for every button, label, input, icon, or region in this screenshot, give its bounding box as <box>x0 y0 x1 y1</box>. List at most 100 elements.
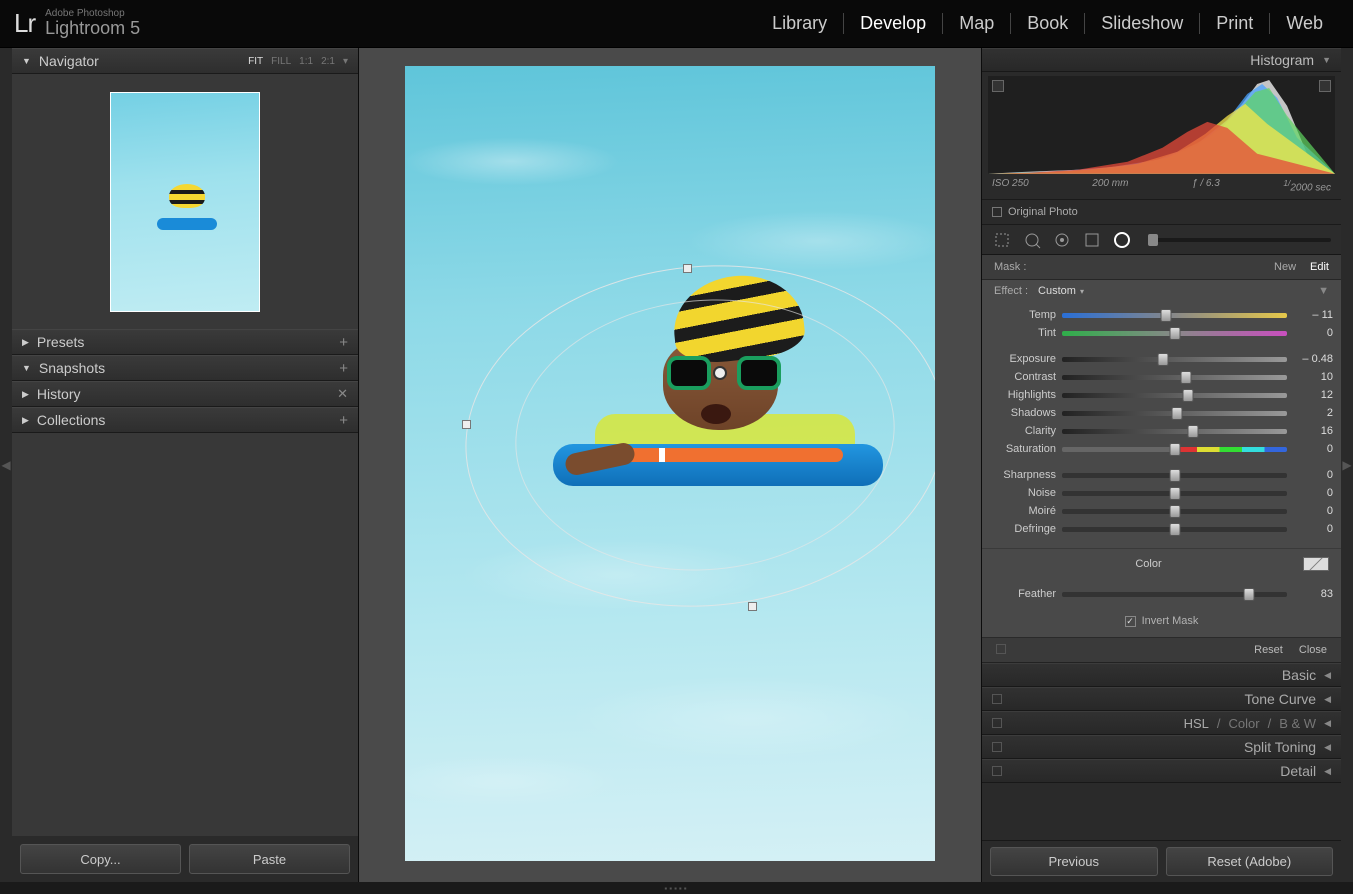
spot-tool-icon[interactable] <box>1022 230 1042 250</box>
slider-sharpness[interactable]: Sharpness0 <box>990 466 1333 484</box>
graduated-tool-icon[interactable] <box>1082 230 1102 250</box>
radial-center-pin[interactable] <box>713 366 727 380</box>
slider-tint[interactable]: Tint0 <box>990 324 1333 342</box>
mask-edit[interactable]: Edit <box>1310 261 1329 273</box>
right-edge-grip[interactable]: ▶ <box>1341 48 1353 882</box>
slider-temp[interactable]: Temp– 11 <box>990 306 1333 324</box>
zoom-fit[interactable]: FIT <box>248 56 263 67</box>
slider-highlights[interactable]: Highlights12 <box>990 386 1333 404</box>
mask-header: Mask : New Edit <box>982 255 1341 280</box>
slider-shadows[interactable]: Shadows2 <box>990 404 1333 422</box>
toggle-icon[interactable] <box>992 742 1002 752</box>
toggle-icon[interactable] <box>992 694 1002 704</box>
disclosure-icon: ◀ <box>1324 766 1331 777</box>
zoom-1-1[interactable]: 1:1 <box>299 56 313 67</box>
original-photo-row[interactable]: Original Photo <box>982 199 1341 225</box>
navigator-header[interactable]: ▼ Navigator FIT FILL 1:1 2:1 ▾ <box>12 48 358 74</box>
basic-panel-header[interactable]: Basic◀ <box>982 663 1341 687</box>
radial-handle-left[interactable] <box>462 420 471 429</box>
copy-button[interactable]: Copy... <box>20 844 181 874</box>
slider-moire[interactable]: Moiré0 <box>990 502 1333 520</box>
tool-size-slider[interactable] <box>1148 238 1331 242</box>
slider-contrast[interactable]: Contrast10 <box>990 368 1333 386</box>
crop-tool-icon[interactable] <box>992 230 1012 250</box>
photo-preview[interactable] <box>405 66 935 861</box>
module-web[interactable]: Web <box>1270 13 1339 34</box>
snapshots-header[interactable]: ▼ Snapshots + <box>12 355 358 381</box>
adjustment-sliders: Temp– 11 Tint0 Exposure– 0.48 Contrast10… <box>982 302 1341 548</box>
tonecurve-panel-header[interactable]: Tone Curve◀ <box>982 687 1341 711</box>
module-map[interactable]: Map <box>943 13 1011 34</box>
checkbox-icon[interactable] <box>992 207 1002 217</box>
slider-clarity[interactable]: Clarity16 <box>990 422 1333 440</box>
toggle-icon[interactable] <box>992 718 1002 728</box>
histogram-header[interactable]: Histogram ▼ <box>982 48 1341 72</box>
redeye-tool-icon[interactable] <box>1052 230 1072 250</box>
module-develop[interactable]: Develop <box>844 13 943 34</box>
effect-value[interactable]: Custom <box>1038 285 1076 297</box>
slider-defringe[interactable]: Defringe0 <box>990 520 1333 538</box>
brand-block: Adobe Photoshop Lightroom 5 <box>45 8 140 39</box>
footer-grip[interactable]: ▪▪▪▪▪ <box>0 882 1353 894</box>
reset-adobe-button[interactable]: Reset (Adobe) <box>1166 847 1334 876</box>
mask-new[interactable]: New <box>1274 261 1296 273</box>
color-swatch[interactable] <box>1303 557 1329 571</box>
invert-label: Invert Mask <box>1142 615 1199 627</box>
module-print[interactable]: Print <box>1200 13 1270 34</box>
navigator-body[interactable] <box>12 74 358 329</box>
disclosure-icon[interactable]: ▼ <box>1318 285 1329 297</box>
brand-big: Lightroom 5 <box>45 19 140 39</box>
navigator-thumbnail[interactable] <box>110 92 260 312</box>
meta-iso: ISO 250 <box>992 178 1029 193</box>
zoom-fill[interactable]: FILL <box>271 56 291 67</box>
app-header: Lr Adobe Photoshop Lightroom 5 Library D… <box>0 0 1353 48</box>
canvas[interactable] <box>359 48 981 882</box>
invert-row[interactable]: ✓ Invert Mask <box>982 609 1341 638</box>
reset-link[interactable]: Reset <box>1254 644 1283 656</box>
histogram-title: Histogram <box>1250 52 1314 68</box>
effect-row: Effect : Custom ▾ ▼ <box>982 280 1341 302</box>
toggle-icon[interactable] <box>996 644 1006 654</box>
radial-handle-top[interactable] <box>683 264 692 273</box>
checkbox-icon[interactable]: ✓ <box>1125 616 1136 627</box>
detail-panel-header[interactable]: Detail◀ <box>982 759 1341 783</box>
local-tools <box>982 225 1341 255</box>
presets-header[interactable]: ▶ Presets + <box>12 329 358 355</box>
slider-feather[interactable]: Feather83 <box>990 585 1333 603</box>
meta-focal: 200 mm <box>1092 178 1128 193</box>
color-row[interactable]: Color <box>982 548 1341 579</box>
collections-header[interactable]: ▶ Collections + <box>12 407 358 433</box>
module-slideshow[interactable]: Slideshow <box>1085 13 1200 34</box>
zoom-2-1[interactable]: 2:1 <box>321 56 335 67</box>
previous-button[interactable]: Previous <box>990 847 1158 876</box>
close-link[interactable]: Close <box>1299 644 1327 656</box>
disclosure-icon: ▼ <box>22 363 31 373</box>
radial-handle-bottom[interactable] <box>748 602 757 611</box>
toggle-icon[interactable] <box>992 766 1002 776</box>
slider-noise[interactable]: Noise0 <box>990 484 1333 502</box>
disclosure-icon: ▼ <box>1322 55 1331 65</box>
module-book[interactable]: Book <box>1011 13 1085 34</box>
add-icon[interactable]: + <box>339 412 348 429</box>
slider-exposure[interactable]: Exposure– 0.48 <box>990 350 1333 368</box>
history-header[interactable]: ▶ History ✕ <box>12 381 358 407</box>
slider-saturation[interactable]: Saturation0 <box>990 440 1333 458</box>
app-logo: Lr <box>14 8 35 39</box>
right-panel: Histogram ▼ ISO 250 200 mm ƒ / 6.3 1/200… <box>981 48 1341 882</box>
presets-title: Presets <box>37 334 84 350</box>
dropdown-icon[interactable]: ▾ <box>1080 287 1084 296</box>
add-icon[interactable]: + <box>339 334 348 351</box>
collections-title: Collections <box>37 412 105 428</box>
hsl-panel-header[interactable]: HSL / Color / B & W◀ <box>982 711 1341 735</box>
effect-label: Effect : <box>994 285 1028 297</box>
module-library[interactable]: Library <box>756 13 844 34</box>
radial-tool-icon[interactable] <box>1112 230 1132 250</box>
left-edge-grip[interactable]: ◀ <box>0 48 12 882</box>
clear-icon[interactable]: ✕ <box>337 386 348 402</box>
histogram-graph[interactable] <box>988 76 1335 174</box>
split-panel-header[interactable]: Split Toning◀ <box>982 735 1341 759</box>
zoom-menu-icon[interactable]: ▾ <box>343 56 348 67</box>
paste-button[interactable]: Paste <box>189 844 350 874</box>
add-icon[interactable]: + <box>339 360 348 377</box>
history-title: History <box>37 386 81 402</box>
